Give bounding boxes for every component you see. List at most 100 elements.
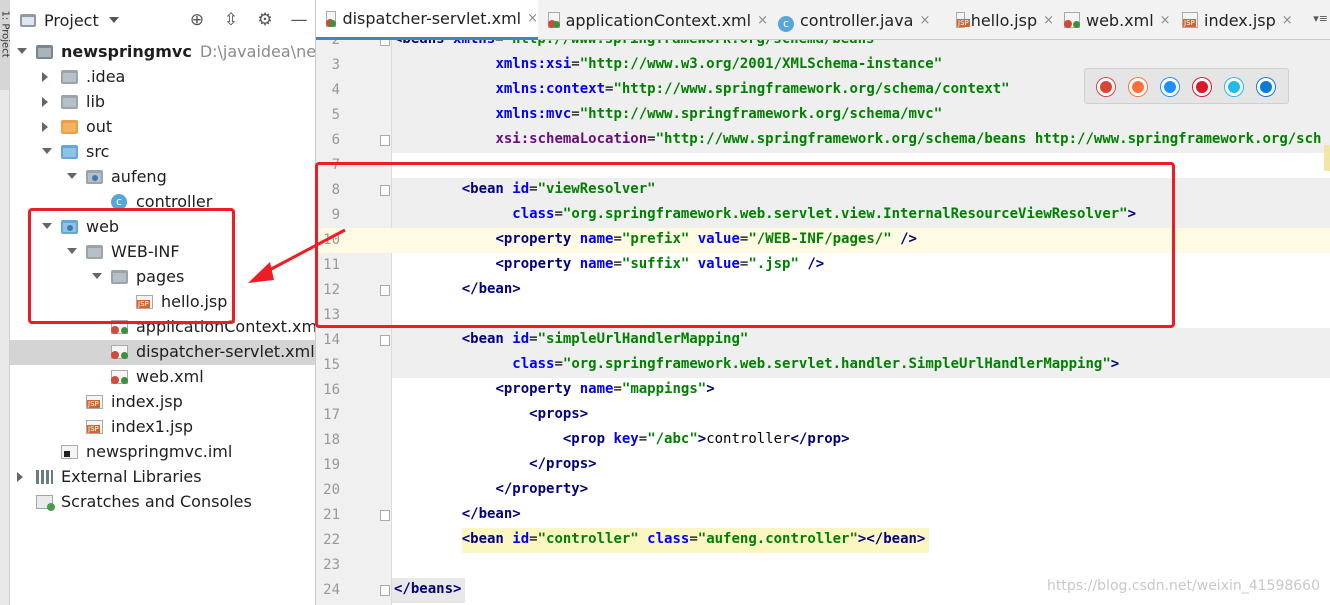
code-editor[interactable]: 2<beans xmlns="http://www.springframewor…	[316, 40, 1330, 605]
close-icon[interactable]: ×	[919, 13, 930, 28]
tree-item[interactable]: applicationContext.xml	[10, 315, 315, 340]
scrollbar-marker[interactable]	[1324, 145, 1330, 171]
chevron-right-icon[interactable]	[42, 97, 48, 107]
ie-icon[interactable]	[1225, 78, 1243, 96]
tree-item[interactable]: External Libraries	[10, 465, 315, 490]
tree-item-name: External Libraries	[61, 467, 202, 486]
collapse-all-icon[interactable]: ⇳	[221, 10, 241, 30]
project-tool-tab[interactable]: 1: Project	[0, 0, 11, 90]
hide-panel-icon[interactable]: —	[289, 10, 309, 30]
fold-marker-icon[interactable]	[380, 585, 390, 596]
folder-icon	[86, 245, 103, 259]
tree-item-label: dispatcher-servlet.xml	[136, 342, 315, 361]
line-number: 6	[331, 132, 340, 148]
code-text: xsi:schemaLocation="http://www.springfra…	[495, 131, 1321, 147]
code-text: </beans>	[394, 581, 461, 597]
tree-item[interactable]: lib	[10, 90, 315, 115]
crosshair-icon[interactable]: ⊕	[187, 10, 207, 30]
chevron-down-icon[interactable]	[67, 248, 77, 254]
firefox-icon[interactable]	[1129, 78, 1147, 96]
code-line: 12 </bean>	[316, 278, 1330, 303]
code-token: class	[512, 206, 555, 222]
code-token: />	[807, 256, 825, 272]
close-icon[interactable]: ×	[1282, 13, 1293, 28]
tab-applicationContext-xml[interactable]: applicationContext.xml ×	[538, 0, 768, 40]
watermark-text: https://blog.csdn.net/weixin_41598660	[1046, 578, 1320, 594]
tree-item[interactable]: c controller	[10, 190, 315, 215]
fold-marker-icon[interactable]	[380, 40, 390, 46]
code-line: 7	[316, 153, 1330, 178]
code-text: <beans xmlns="http://www.springframework…	[394, 40, 883, 47]
jsp-file-icon: JSP	[86, 420, 103, 434]
tree-item-label: lib	[86, 92, 105, 111]
tree-item-label: controller	[136, 192, 212, 211]
tree-item[interactable]: .idea	[10, 65, 315, 90]
tab-index-jsp[interactable]: JSP index.jsp ×	[1172, 0, 1320, 40]
chevron-down-icon[interactable]	[42, 148, 52, 154]
tab-label: web.xml	[1086, 10, 1154, 30]
tree-item[interactable]: JSP index1.jsp	[10, 415, 315, 440]
fold-marker-icon[interactable]	[380, 510, 390, 521]
chevron-down-icon[interactable]	[17, 48, 27, 54]
tab-list-menu-icon[interactable]: ▾≡	[1313, 12, 1328, 25]
fold-marker-icon[interactable]	[380, 185, 390, 196]
tree-item[interactable]: web.xml	[10, 365, 315, 390]
chevron-down-icon[interactable]	[92, 273, 102, 279]
close-icon[interactable]: ×	[1160, 13, 1171, 28]
chevron-down-icon[interactable]	[42, 223, 52, 229]
tree-item-label: Scratches and Consoles	[61, 492, 252, 511]
code-text: class="org.springframework.web.servlet.h…	[512, 356, 1119, 372]
tab-controller-java[interactable]: c controller.java ×	[768, 0, 946, 40]
tree-item[interactable]: newspringmvc.iml	[10, 440, 315, 465]
tree-item[interactable]: dispatcher-servlet.xml	[10, 340, 315, 365]
code-token: =	[529, 331, 538, 347]
tree-item[interactable]: JSP hello.jsp	[10, 290, 315, 315]
code-token: =	[571, 56, 580, 72]
code-line: 5 xmlns:mvc="http://www.springframework.o…	[316, 103, 1330, 128]
tree-item[interactable]: Scratches and Consoles	[10, 490, 315, 515]
opera-icon[interactable]	[1193, 78, 1211, 96]
code-token: ></bean>	[857, 531, 926, 547]
code-token: "mappings"	[621, 381, 707, 397]
tree-item-label: .idea	[86, 67, 125, 86]
line-number: 20	[323, 482, 340, 498]
tab-dispatcher-servlet-xml[interactable]: dispatcher-servlet.xml ×	[316, 0, 538, 40]
tree-item[interactable]: out	[10, 115, 315, 140]
fold-marker-icon[interactable]	[380, 135, 390, 146]
line-number: 21	[323, 507, 340, 523]
tab-hello-jsp[interactable]: JSP hello.jsp ×	[946, 0, 1054, 40]
code-text: <prop key="/abc">controller</prop>	[563, 431, 850, 447]
chevron-down-icon[interactable]	[67, 173, 77, 179]
close-icon[interactable]: ×	[527, 11, 538, 26]
project-panel-title[interactable]: Project	[44, 11, 99, 30]
code-line: 22 <bean id="controller" class="aufeng.co…	[316, 528, 1330, 553]
project-folder-icon	[20, 13, 36, 27]
code-text: <property name="prefix" value="/WEB-INF/…	[495, 231, 916, 247]
libraries-icon	[36, 470, 53, 484]
gear-icon[interactable]: ⚙	[255, 10, 275, 30]
tree-item[interactable]: JSP index.jsp	[10, 390, 315, 415]
chevron-right-icon[interactable]	[42, 122, 48, 132]
line-number: 8	[331, 182, 340, 198]
tab-web-xml[interactable]: web.xml ×	[1054, 0, 1172, 40]
chevron-down-icon[interactable]	[108, 17, 119, 23]
chevron-right-icon[interactable]	[17, 472, 23, 482]
safari-icon[interactable]	[1161, 78, 1179, 96]
jsp-file-icon: JSP	[86, 395, 103, 409]
tree-item[interactable]: src	[10, 140, 315, 165]
tab-label: index.jsp	[1204, 10, 1276, 30]
chrome-icon[interactable]	[1097, 78, 1115, 96]
close-icon[interactable]: ×	[757, 13, 768, 28]
code-token: =	[529, 181, 538, 197]
tree-item-name: dispatcher-servlet.xml	[136, 342, 315, 361]
edge-icon[interactable]	[1257, 78, 1275, 96]
close-icon[interactable]: ×	[1043, 13, 1054, 28]
code-text: </bean>	[462, 506, 521, 522]
chevron-right-icon[interactable]	[42, 72, 48, 82]
tree-item-name: newspringmvc	[61, 42, 192, 61]
fold-marker-icon[interactable]	[380, 285, 390, 296]
tree-item[interactable]: aufeng	[10, 165, 315, 190]
tree-item[interactable]: newspringmvc D:\javaidea\newspr	[10, 40, 315, 65]
code-token: >	[1127, 206, 1137, 222]
fold-marker-icon[interactable]	[380, 335, 390, 346]
